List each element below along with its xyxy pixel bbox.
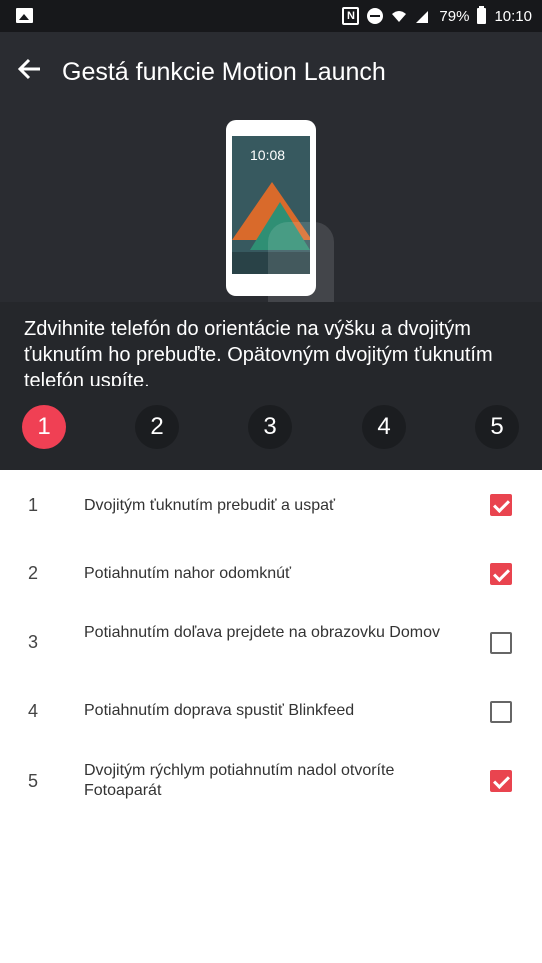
gesture-checkbox[interactable] xyxy=(490,632,512,654)
gesture-label: Dvojitým ťuknutím prebudiť a uspať xyxy=(84,497,335,514)
gesture-checkbox[interactable] xyxy=(490,563,512,585)
wifi-icon xyxy=(391,8,407,24)
step-5[interactable]: 5 xyxy=(475,405,519,449)
gesture-number: 5 xyxy=(28,771,39,791)
status-time: 10:10 xyxy=(494,7,532,25)
list-item[interactable]: 4 Potiahnutím doprava spustiť Blinkfeed xyxy=(0,677,542,746)
step-4[interactable]: 4 xyxy=(362,405,406,449)
image-notification-icon xyxy=(16,8,33,23)
battery-percent: 79% xyxy=(439,7,470,25)
gesture-number: 3 xyxy=(28,632,39,652)
page-title: Gestá funkcie Motion Launch xyxy=(62,58,386,86)
gesture-label: Potiahnutím doprava spustiť Blinkfeed xyxy=(84,702,355,719)
step-3[interactable]: 3 xyxy=(248,405,292,449)
step-2[interactable]: 2 xyxy=(135,405,179,449)
status-bar: N 79% 10:10 xyxy=(0,0,542,32)
gesture-checkbox[interactable] xyxy=(490,701,512,723)
battery-icon xyxy=(477,6,487,24)
gesture-checkbox[interactable] xyxy=(490,494,512,516)
gesture-description-panel: Zdvihnite telefón do orientácie na výšku… xyxy=(0,302,542,470)
phone-clock: 10:08 xyxy=(250,147,286,163)
list-item[interactable]: 2 Potiahnutím nahor odomknúť xyxy=(0,539,542,608)
back-arrow-icon[interactable] xyxy=(16,56,46,86)
header: Gestá funkcie Motion Launch 10:08 xyxy=(0,32,542,332)
gesture-label: Dvojitým rýchlym potiahnutím nadol otvor… xyxy=(84,762,395,799)
gesture-number: 2 xyxy=(28,563,39,583)
gesture-label: Potiahnutím doľava prejdete na obrazovku… xyxy=(84,624,440,641)
gesture-list: 1 Dvojitým ťuknutím prebudiť a uspať 2 P… xyxy=(0,470,542,815)
gesture-number: 1 xyxy=(28,495,39,515)
gesture-number: 4 xyxy=(28,701,39,721)
signal-icon xyxy=(415,8,431,24)
step-1[interactable]: 1 xyxy=(22,405,66,449)
do-not-disturb-icon xyxy=(367,8,384,24)
nfc-icon: N xyxy=(342,7,360,25)
status-icons: N 79% 10:10 xyxy=(342,0,532,32)
step-indicator: 1 2 3 4 5 xyxy=(0,405,542,451)
gesture-description: Zdvihnite telefón do orientácie na výšku… xyxy=(24,318,493,386)
list-item[interactable]: 1 Dvojitým ťuknutím prebudiť a uspať xyxy=(0,470,542,539)
list-item[interactable]: 5 Dvojitým rýchlym potiahnutím nadol otv… xyxy=(0,746,542,815)
gesture-checkbox[interactable] xyxy=(490,770,512,792)
list-item[interactable]: 3 Potiahnutím doľava prejdete na obrazov… xyxy=(0,608,542,677)
gesture-label: Potiahnutím nahor odomknúť xyxy=(84,565,292,582)
